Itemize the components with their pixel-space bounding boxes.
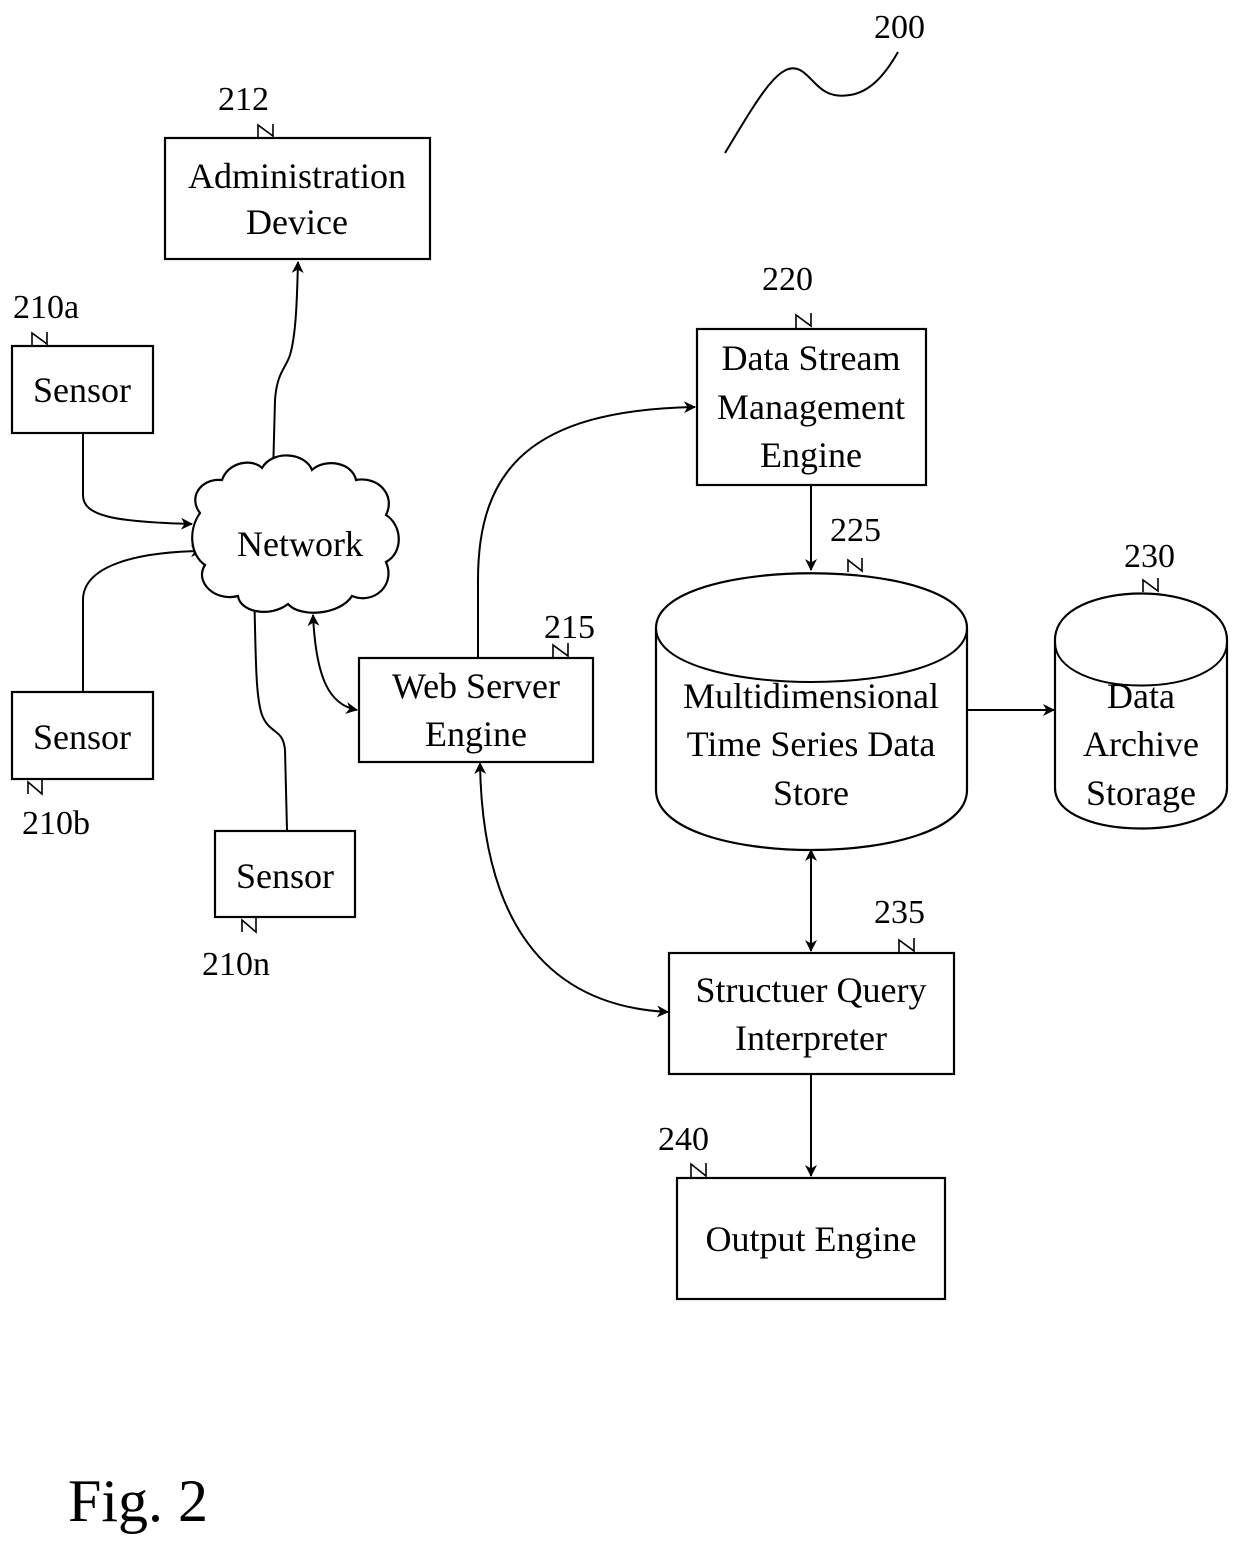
ref-squiggle [1142, 578, 1159, 593]
node-output-engine[interactable]: 240 Output Engine [658, 1121, 947, 1301]
node-administration-device[interactable]: 212 Administration Device [163, 81, 432, 261]
edge-sensor-n-network [248, 589, 288, 831]
edge-webserver-query [474, 762, 669, 1018]
node-label-line: Network [237, 524, 363, 564]
ref-squiggle [241, 917, 257, 934]
node-label-line: Archive [1083, 724, 1199, 764]
node-sensor-n[interactable]: Sensor 210n [202, 829, 357, 983]
edge-sensor-b-network [82, 545, 203, 692]
ref-squiggle [31, 331, 48, 346]
node-label-line: Structuer Query [696, 970, 927, 1010]
ref-label: 220 [762, 261, 813, 298]
node-data-archive-storage[interactable]: 230 Data Archive Storage [1053, 538, 1229, 830]
node-label-line: Sensor [33, 717, 131, 757]
ref-label: 225 [830, 512, 881, 549]
node-label-line: Engine [425, 714, 527, 754]
ref-label: 212 [218, 81, 269, 118]
node-sensor-a[interactable]: 210a Sensor [10, 289, 155, 435]
edge-network-admin [267, 261, 304, 476]
figure-reference: 200 [874, 9, 925, 46]
ref-label: 210a [13, 289, 79, 326]
node-label-line: Store [773, 773, 849, 813]
node-label-line: Device [246, 202, 348, 242]
node-network[interactable]: Network [191, 454, 400, 614]
ref-label: 210b [22, 805, 90, 842]
node-label-line: Storage [1086, 773, 1196, 813]
node-label-line: Output Engine [706, 1219, 917, 1259]
figure-caption: Fig. 2 [68, 1468, 208, 1534]
node-label-line: Sensor [33, 370, 131, 410]
node-label-line: Data Stream [722, 338, 901, 378]
system-diagram: 200 212 Administration Device 210a Senso… [10, 9, 1229, 1534]
ref-squiggle [27, 779, 43, 796]
ref-label: 210n [202, 946, 270, 983]
node-label-line: Administration [188, 156, 406, 196]
node-label-line: Sensor [236, 856, 334, 896]
node-data-stream-management-engine[interactable]: 220 Data Stream Management Engine [695, 261, 928, 487]
node-sensor-b[interactable]: Sensor 210b [10, 690, 155, 842]
ref-squiggle [847, 558, 863, 573]
node-label-line: Management [717, 387, 905, 427]
node-label-line: Engine [760, 435, 862, 475]
edge-sensor-a-network [82, 433, 193, 530]
node-label-line: Data [1107, 676, 1175, 716]
node-label-line: Multidimensional [683, 676, 939, 716]
ref-squiggle [898, 938, 915, 953]
ref-squiggle [690, 1162, 707, 1178]
node-label-line: Web Server [392, 666, 560, 706]
node-label-line: Interpreter [735, 1018, 887, 1058]
ref-label: 235 [874, 894, 925, 931]
ref-label: 215 [544, 609, 595, 646]
node-label-line: Time Series Data [687, 724, 936, 764]
figure-leader-line [724, 51, 899, 154]
ref-squiggle [257, 123, 274, 138]
edge-network-webserver [307, 614, 358, 714]
ref-squiggle [795, 313, 812, 328]
ref-label: 230 [1124, 538, 1175, 575]
ref-label: 240 [658, 1121, 709, 1158]
